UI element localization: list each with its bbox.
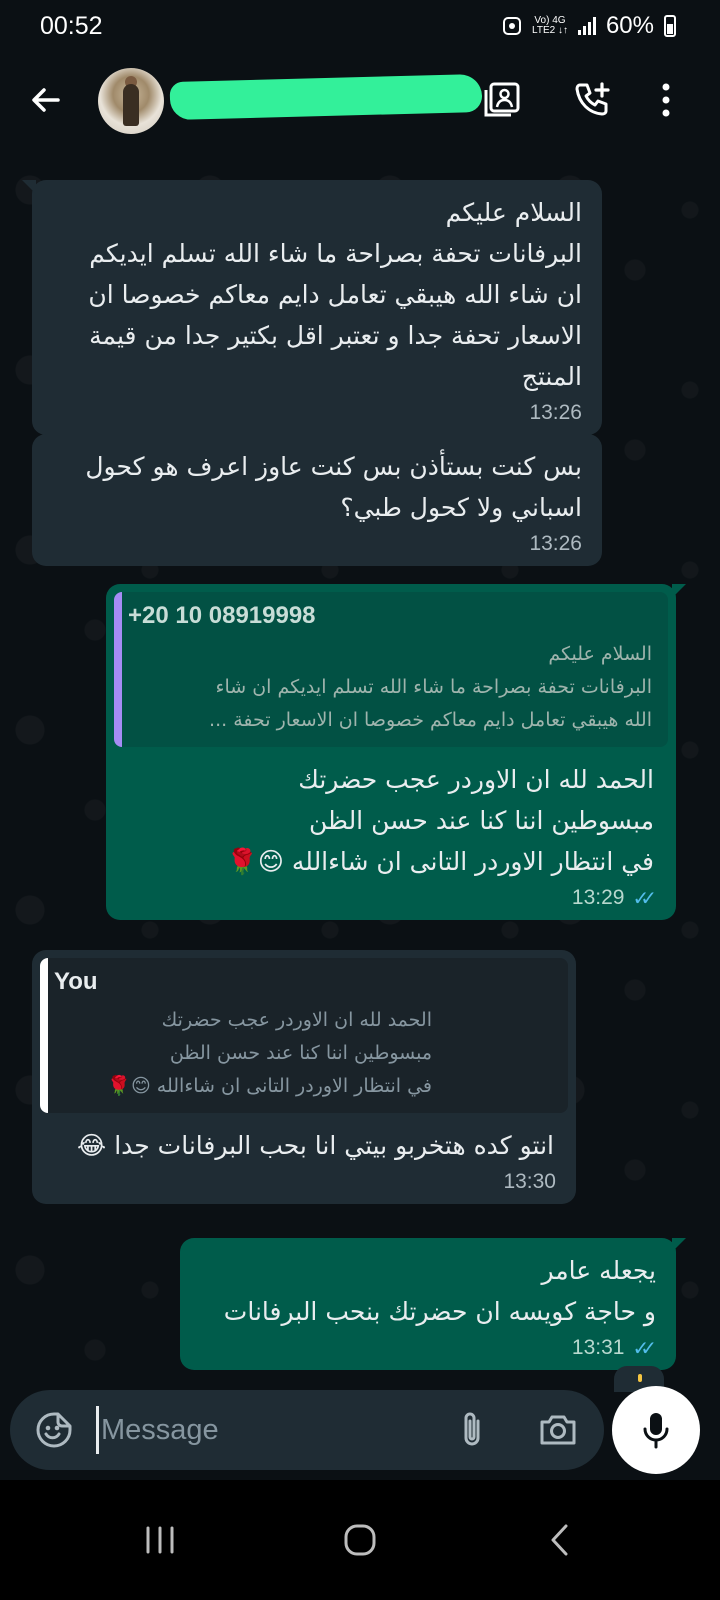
message-text: السلام عليكم البرفانات تحفة بصراحة ما شا… bbox=[88, 198, 582, 391]
message-time: 13:26 bbox=[529, 401, 582, 424]
paperclip-icon bbox=[464, 1412, 480, 1446]
read-ticks-icon: ✓✓ bbox=[632, 886, 656, 910]
home-button[interactable] bbox=[330, 1510, 390, 1570]
message-meta: 13:26 bbox=[52, 532, 582, 556]
arrow-left-icon bbox=[32, 88, 60, 112]
contact-card-button[interactable] bbox=[478, 76, 526, 124]
message-input[interactable] bbox=[96, 1406, 436, 1454]
quote-accent-bar bbox=[114, 592, 122, 747]
back-button[interactable] bbox=[22, 76, 70, 124]
battery-percent: 60% bbox=[605, 12, 654, 39]
quote-author: You bbox=[54, 968, 98, 995]
more-vertical-icon bbox=[662, 83, 670, 117]
message-text: يجعله عامر و حاجة كويسه ان حضرتك بنحب ال… bbox=[223, 1256, 656, 1326]
status-time: 00:52 bbox=[40, 12, 103, 40]
status-bar: 00:52 Vo) 4G LTE2 ↓↑ 60% bbox=[0, 0, 720, 54]
attach-button[interactable] bbox=[450, 1408, 494, 1452]
network-type: Vo) 4G LTE2 ↓↑ bbox=[532, 15, 568, 36]
quoted-message[interactable]: You الحمد لله ان الاوردر عجب حضرتك مبسوط… bbox=[40, 958, 568, 1113]
quoted-message[interactable]: +20 10 08919998 السلام عليكم البرفانات ت… bbox=[114, 592, 668, 747]
contact-card-icon bbox=[484, 82, 520, 117]
camera-icon bbox=[540, 1415, 576, 1445]
quote-accent-bar bbox=[40, 958, 48, 1113]
contact-name-redacted[interactable] bbox=[169, 73, 483, 121]
message-meta: 13:29 ✓✓ bbox=[114, 886, 668, 910]
message-bubble[interactable]: السلام عليكم البرفانات تحفة بصراحة ما شا… bbox=[22, 180, 602, 435]
message-time: 13:30 bbox=[503, 1170, 556, 1193]
message-text: بس كنت بستأذن بس كنت عاوز اعرف هو كحول ا… bbox=[85, 452, 582, 522]
quote-author: +20 10 08919998 bbox=[128, 602, 316, 629]
message-time: 13:29 bbox=[571, 886, 625, 909]
message-bubble[interactable]: +20 10 08919998 السلام عليكم البرفانات ت… bbox=[106, 584, 686, 920]
message-meta: 13:31 ✓✓ bbox=[200, 1336, 657, 1360]
emoji-button[interactable] bbox=[32, 1408, 76, 1452]
back-icon bbox=[551, 1524, 568, 1556]
signal-icon bbox=[577, 17, 596, 35]
add-call-icon bbox=[575, 82, 610, 116]
system-nav-bar bbox=[0, 1480, 720, 1600]
battery-icon bbox=[664, 15, 676, 37]
contact-avatar[interactable] bbox=[98, 68, 164, 134]
camera-button[interactable] bbox=[534, 1408, 582, 1452]
more-options-button[interactable] bbox=[642, 76, 690, 124]
message-bubble[interactable]: يجعله عامر و حاجة كويسه ان حضرتك بنحب ال… bbox=[180, 1238, 686, 1370]
message-text: انتو كده هتخربو بيتي انا بحب البرفانات ج… bbox=[77, 1131, 554, 1160]
microphone-icon bbox=[643, 1413, 669, 1449]
chat-area[interactable]: السلام عليكم البرفانات تحفة بصراحة ما شا… bbox=[0, 150, 720, 1384]
message-text: الحمد لله ان الاوردر عجب حضرتك مبسوطين ا… bbox=[226, 765, 654, 876]
message-bubble[interactable]: You الحمد لله ان الاوردر عجب حضرتك مبسوط… bbox=[32, 950, 576, 1204]
status-indicators: Vo) 4G LTE2 ↓↑ 60% bbox=[502, 12, 676, 40]
read-ticks-icon: ✓✓ bbox=[632, 1336, 656, 1360]
quote-text: الحمد لله ان الاوردر عجب حضرتك مبسوطين ا… bbox=[107, 1009, 432, 1097]
chat-header bbox=[0, 54, 720, 150]
quote-text: السلام عليكم البرفانات تحفة بصراحة ما شا… bbox=[209, 643, 652, 731]
voice-record-button[interactable] bbox=[612, 1386, 700, 1474]
nav-back-button[interactable] bbox=[530, 1510, 590, 1570]
recents-button[interactable] bbox=[130, 1510, 190, 1570]
message-time: 13:26 bbox=[529, 532, 582, 555]
sticker-emoji-icon bbox=[36, 1412, 72, 1448]
recents-icon bbox=[146, 1526, 174, 1554]
add-call-button[interactable] bbox=[568, 76, 616, 124]
composer bbox=[10, 1390, 604, 1470]
sync-icon bbox=[503, 17, 522, 35]
message-meta: 13:26 bbox=[52, 401, 582, 425]
message-meta: 13:30 bbox=[40, 1170, 568, 1194]
unread-dot-icon bbox=[638, 1374, 642, 1382]
message-time: 13:31 bbox=[571, 1336, 625, 1359]
home-icon bbox=[344, 1524, 376, 1556]
message-bubble[interactable]: بس كنت بستأذن بس كنت عاوز اعرف هو كحول ا… bbox=[32, 434, 602, 566]
